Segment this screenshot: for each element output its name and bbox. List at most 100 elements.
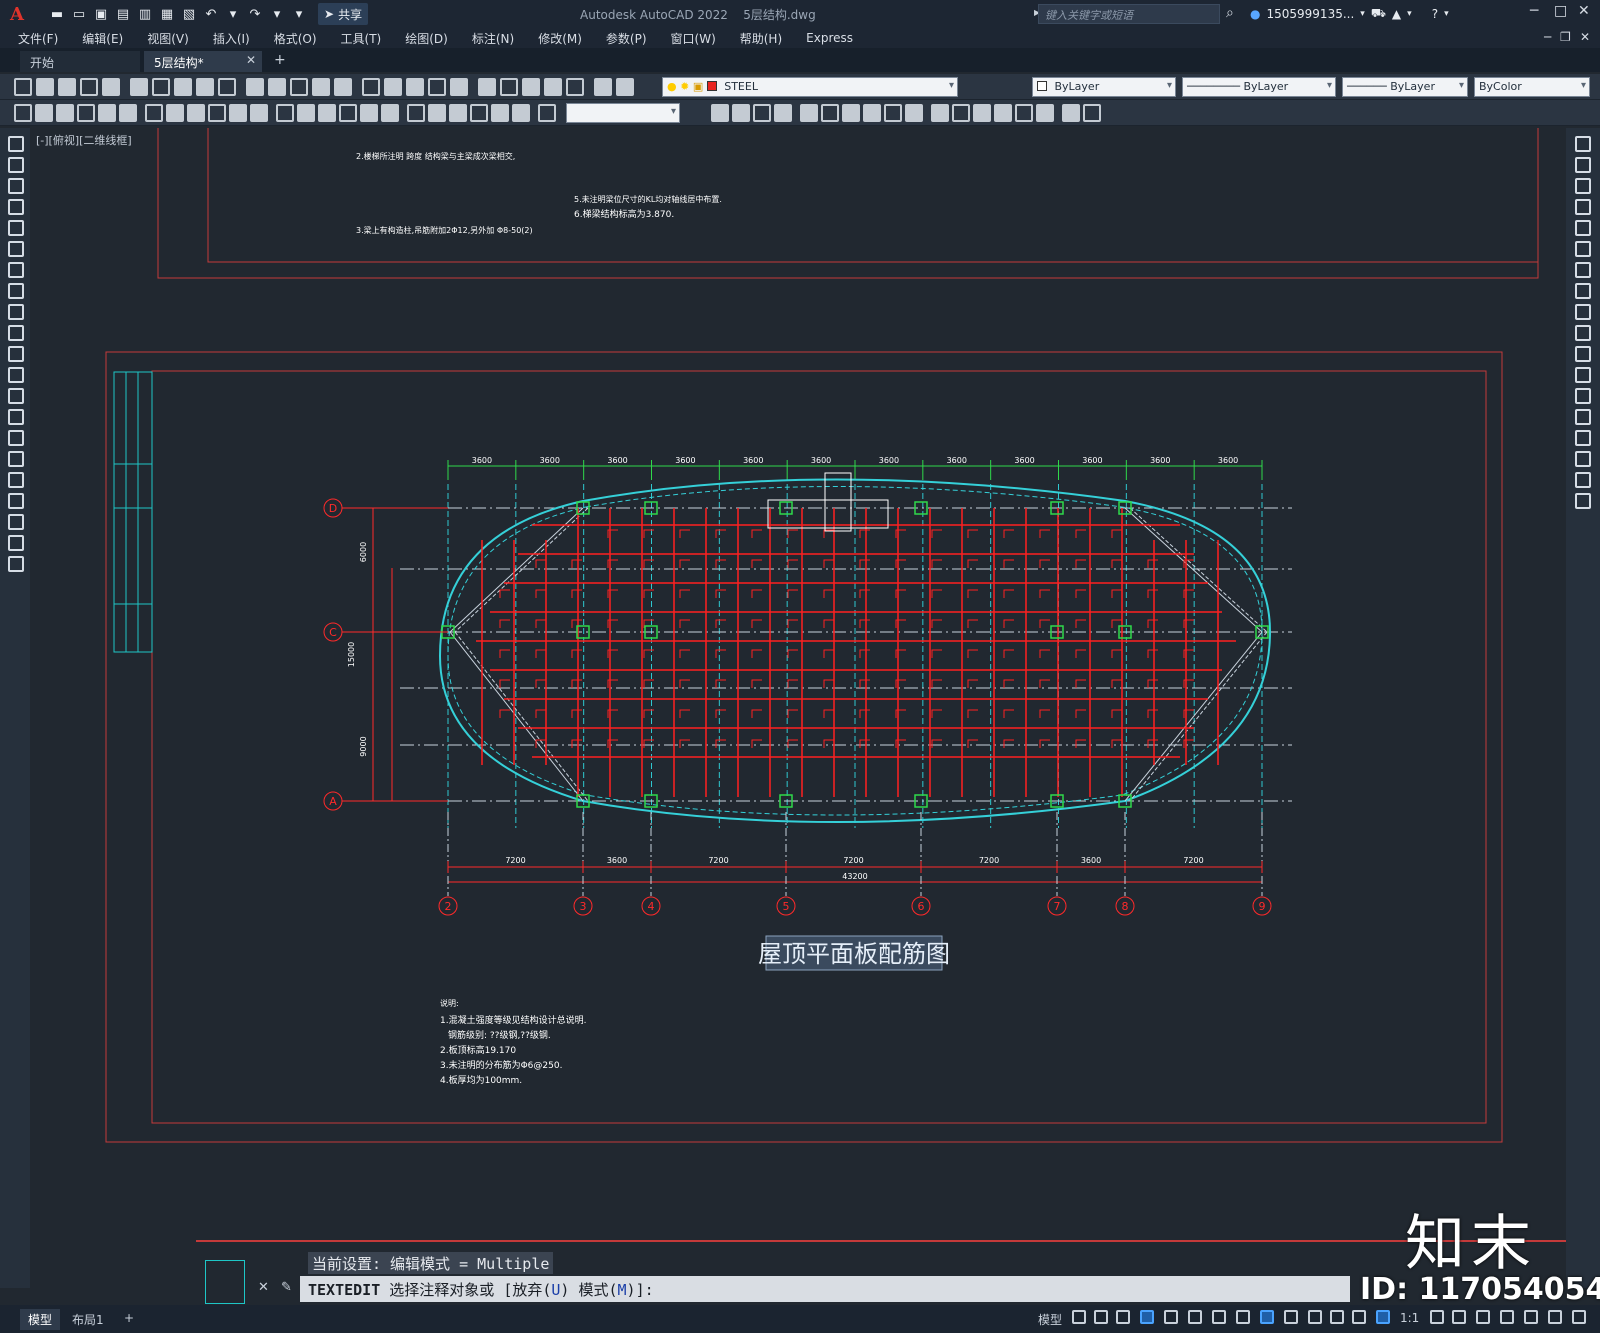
standard-tool-icon[interactable] <box>246 78 264 96</box>
standard-tool-icon[interactable] <box>36 78 54 96</box>
standard-tool-icon[interactable] <box>428 78 446 96</box>
draw-tool-icon[interactable] <box>449 104 467 122</box>
draw-tool-icon[interactable] <box>297 104 315 122</box>
modify-command-icon[interactable] <box>1575 388 1591 404</box>
status-toggle-icon[interactable] <box>1308 1310 1322 1324</box>
draw-command-icon[interactable] <box>8 409 24 425</box>
close-icon[interactable]: ✕ <box>1578 3 1590 19</box>
color-dropdown[interactable]: ByLayer <box>1032 77 1176 97</box>
add-layout-icon[interactable]: + <box>116 1309 142 1327</box>
draw-tool-icon[interactable] <box>800 104 818 122</box>
plotstyle-dropdown[interactable]: ByColor <box>1474 77 1590 97</box>
close-tab-icon[interactable]: ✕ <box>246 53 256 67</box>
draw-command-icon[interactable] <box>8 199 24 215</box>
standard-tool-icon[interactable] <box>594 78 612 96</box>
tab-5f-structure[interactable]: 5层结构* ✕ <box>144 51 262 72</box>
draw-tool-icon[interactable] <box>1036 104 1054 122</box>
menu-view[interactable]: 视图(V) <box>147 30 189 47</box>
status-toggle-icon[interactable] <box>1072 1310 1086 1324</box>
standard-tool-icon[interactable] <box>500 78 518 96</box>
status-toggle-icon[interactable] <box>1500 1310 1514 1324</box>
draw-command-icon[interactable] <box>8 157 24 173</box>
draw-tool-icon[interactable] <box>994 104 1012 122</box>
option-undo-label[interactable]: 放弃( <box>512 1281 551 1299</box>
status-toggle-icon[interactable] <box>1548 1310 1562 1324</box>
save-as-icon[interactable]: ▤ <box>114 5 132 23</box>
standard-tool-icon[interactable] <box>218 78 236 96</box>
draw-tool-icon[interactable] <box>14 104 32 122</box>
draw-tool-icon[interactable] <box>973 104 991 122</box>
standard-tool-icon[interactable] <box>406 78 424 96</box>
draw-tool-icon[interactable] <box>821 104 839 122</box>
standard-tool-icon[interactable] <box>362 78 380 96</box>
user-account[interactable]: ● 1505999135... ▾ ⛟ ▲ ▾ ? ▾ <box>1250 6 1449 22</box>
undo-dropdown-icon[interactable]: ▾ <box>224 5 242 23</box>
draw-tool-icon[interactable] <box>711 104 729 122</box>
customize-qat-icon[interactable]: ▾ <box>290 5 308 23</box>
status-toggle-icon[interactable] <box>1524 1310 1538 1324</box>
modify-command-icon[interactable] <box>1575 451 1591 467</box>
share-button[interactable]: ➤ 共享 <box>318 3 369 25</box>
modify-command-icon[interactable] <box>1575 199 1591 215</box>
tab-start[interactable]: 开始 <box>20 51 140 72</box>
modify-command-icon[interactable] <box>1575 178 1591 194</box>
help-icon[interactable]: ? <box>1432 7 1438 21</box>
modify-command-icon[interactable] <box>1575 136 1591 152</box>
standard-tool-icon[interactable] <box>80 78 98 96</box>
menu-help[interactable]: 帮助(H) <box>740 30 782 47</box>
annotation-scale[interactable]: 1:1 <box>1392 1309 1427 1327</box>
cart-icon[interactable]: ⛟ <box>1371 6 1386 22</box>
draw-tool-icon[interactable] <box>35 104 53 122</box>
standard-tool-icon[interactable] <box>174 78 192 96</box>
draw-tool-icon[interactable] <box>470 104 488 122</box>
status-toggle-icon[interactable] <box>1236 1310 1250 1324</box>
draw-command-icon[interactable] <box>8 514 24 530</box>
status-toggle-icon[interactable] <box>1352 1310 1366 1324</box>
status-toggle-icon[interactable] <box>1094 1310 1108 1324</box>
draw-tool-icon[interactable] <box>407 104 425 122</box>
standard-tool-icon[interactable] <box>58 78 76 96</box>
draw-tool-icon[interactable] <box>884 104 902 122</box>
menu-parametric[interactable]: 参数(P) <box>606 30 647 47</box>
status-toggle-icon[interactable] <box>1452 1310 1466 1324</box>
autocad-logo[interactable]: A <box>0 0 34 28</box>
modify-command-icon[interactable] <box>1575 325 1591 341</box>
redo-dropdown-icon[interactable]: ▾ <box>268 5 286 23</box>
standard-tool-icon[interactable] <box>312 78 330 96</box>
undo-icon[interactable]: ↶ <box>202 5 220 23</box>
doc-minimize-icon[interactable]: ─ <box>1544 30 1551 44</box>
draw-command-icon[interactable] <box>8 325 24 341</box>
draw-command-icon[interactable] <box>8 556 24 572</box>
standard-tool-icon[interactable] <box>268 78 286 96</box>
standard-tool-icon[interactable] <box>334 78 352 96</box>
dimstyle-dropdown[interactable] <box>566 103 680 123</box>
standard-tool-icon[interactable] <box>522 78 540 96</box>
search-icon[interactable]: ⌕ <box>1226 5 1234 21</box>
draw-command-icon[interactable] <box>8 535 24 551</box>
layer-dropdown[interactable]: ● ✹ ▣ STEEL <box>662 77 958 97</box>
command-input[interactable]: TEXTEDIT 选择注释对象或 [放弃(U) 模式(M)]: <box>300 1276 1350 1302</box>
plot-icon[interactable]: ▧ <box>180 5 198 23</box>
status-toggle-icon[interactable] <box>1164 1310 1178 1324</box>
standard-tool-icon[interactable] <box>130 78 148 96</box>
maximize-icon[interactable]: □ <box>1554 3 1567 19</box>
menu-file[interactable]: 文件(F) <box>18 30 58 47</box>
draw-tool-icon[interactable] <box>538 104 556 122</box>
standard-tool-icon[interactable] <box>384 78 402 96</box>
standard-tool-icon[interactable] <box>450 78 468 96</box>
draw-tool-icon[interactable] <box>753 104 771 122</box>
minimize-icon[interactable]: ─ <box>1530 3 1538 19</box>
draw-command-icon[interactable] <box>8 136 24 152</box>
draw-command-icon[interactable] <box>8 304 24 320</box>
draw-tool-icon[interactable] <box>56 104 74 122</box>
modify-command-icon[interactable] <box>1575 409 1591 425</box>
menu-express[interactable]: Express <box>806 31 853 45</box>
draw-tool-icon[interactable] <box>145 104 163 122</box>
modify-command-icon[interactable] <box>1575 430 1591 446</box>
status-toggle-icon[interactable] <box>1376 1310 1390 1324</box>
new-tab-icon[interactable]: + <box>274 52 286 68</box>
draw-tool-icon[interactable] <box>774 104 792 122</box>
draw-tool-icon[interactable] <box>276 104 294 122</box>
draw-tool-icon[interactable] <box>119 104 137 122</box>
draw-command-icon[interactable] <box>8 283 24 299</box>
